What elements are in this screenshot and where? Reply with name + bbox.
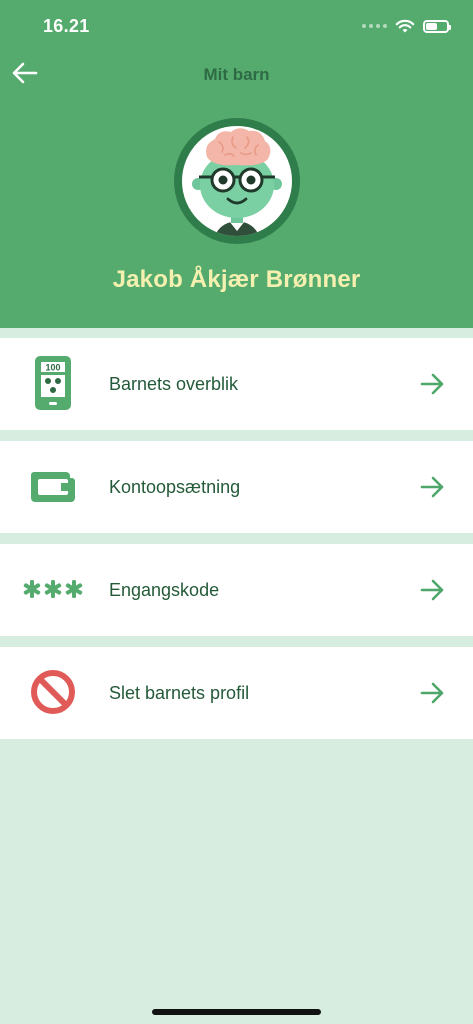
- status-time: 16.21: [43, 16, 90, 36]
- menu-icon-wrapper: [22, 455, 84, 517]
- child-name: Jakob Åkjær Brønner: [112, 266, 361, 293]
- home-indicator[interactable]: [152, 1009, 321, 1015]
- menu-item-one-time-code[interactable]: Engangskode: [0, 544, 473, 636]
- wallet-icon: [31, 472, 75, 502]
- battery-icon: [423, 19, 451, 33]
- menu-label: Kontoopsætning: [109, 477, 241, 497]
- menu-item-account-setup[interactable]: Kontoopsætning: [0, 441, 473, 533]
- menu-label: Barnets overblik: [109, 374, 239, 394]
- arrow-right-icon: [420, 373, 444, 395]
- signal-icon: [362, 24, 387, 28]
- arrow-right-icon: [420, 579, 444, 601]
- page-title: Mit barn: [203, 65, 270, 84]
- prohibited-icon: [31, 670, 75, 714]
- menu-item-overview[interactable]: 100 Barnets overblik: [0, 338, 473, 430]
- status-icons: [362, 16, 451, 36]
- child-avatar: [174, 118, 300, 244]
- phone-badge-text: 100: [45, 363, 60, 373]
- arrow-right-icon: [420, 682, 444, 704]
- menu-label: Slet barnets profil: [109, 683, 250, 703]
- phone-overview-icon: 100: [35, 356, 71, 410]
- menu-label: Engangskode: [109, 580, 220, 600]
- menu-icon-wrapper: [22, 661, 84, 723]
- header: 16.21 Mit barn Jakob Åkjær Brønner: [0, 0, 473, 328]
- arrow-right-icon: [420, 476, 444, 498]
- menu-icon-wrapper: [22, 558, 84, 620]
- wifi-icon: [395, 19, 415, 32]
- menu-item-delete-profile[interactable]: Slet barnets profil: [0, 647, 473, 739]
- asterisks-icon: [23, 580, 83, 598]
- menu-icon-wrapper: 100: [22, 352, 84, 414]
